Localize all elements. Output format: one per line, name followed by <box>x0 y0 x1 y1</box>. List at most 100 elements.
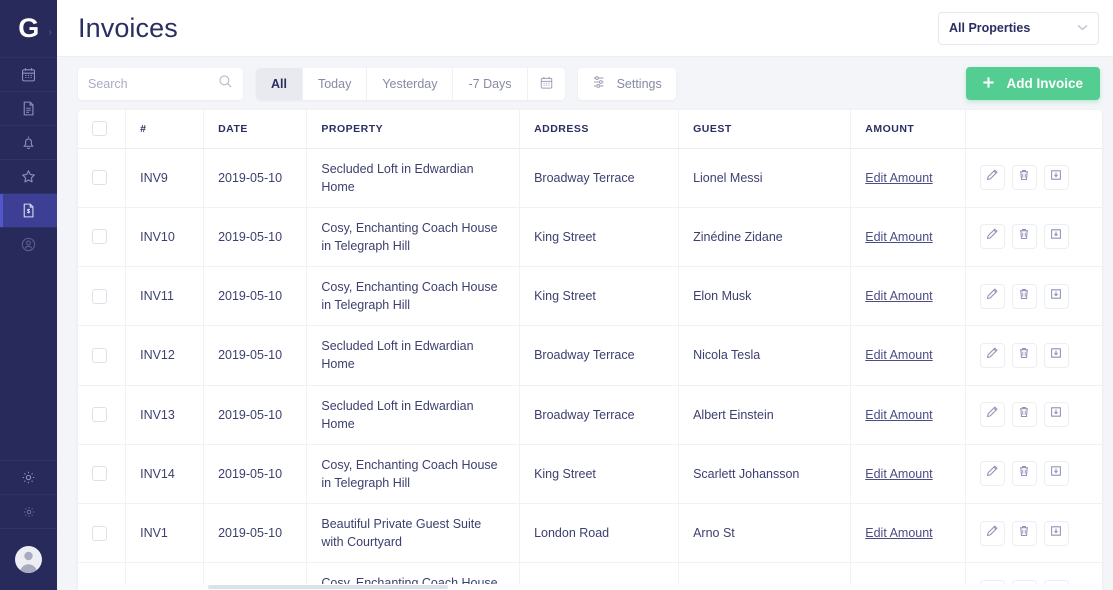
invoices-table: # DATE PROPERTY ADDRESS GUEST AMOUNT INV… <box>78 110 1102 590</box>
row-select-cell <box>78 267 126 326</box>
edit-invoice-button[interactable] <box>980 343 1005 368</box>
edit-amount-link[interactable]: Edit Amount <box>865 348 932 362</box>
delete-icon <box>1017 168 1031 187</box>
sidebar-item-support[interactable] <box>0 460 57 494</box>
row-checkbox[interactable] <box>92 229 107 244</box>
cell-guest: Scarlett Johansson <box>679 444 851 503</box>
header-number[interactable]: # <box>126 110 204 148</box>
sidebar-item-settings[interactable] <box>0 494 57 528</box>
row-checkbox[interactable] <box>92 348 107 363</box>
row-checkbox[interactable] <box>92 407 107 422</box>
row-checkbox[interactable] <box>92 289 107 304</box>
tab-today[interactable]: Today <box>303 68 367 100</box>
table-row[interactable]: INV13 2019-05-10 Secluded Loft in Edward… <box>78 385 1102 444</box>
delete-icon <box>1017 227 1031 246</box>
edit-amount-link[interactable]: Edit Amount <box>865 171 932 185</box>
cell-date: 2019-05-10 <box>204 207 307 266</box>
download-invoice-button[interactable] <box>1044 284 1069 309</box>
row-select-cell <box>78 504 126 563</box>
download-invoice-button[interactable] <box>1044 165 1069 190</box>
edit-invoice-button[interactable] <box>980 461 1005 486</box>
sidebar-item-documents[interactable] <box>0 91 57 125</box>
table-row[interactable]: INV12 2019-05-10 Secluded Loft in Edward… <box>78 326 1102 385</box>
download-icon <box>1049 287 1063 306</box>
tab-custom-date-picker[interactable] <box>528 68 565 100</box>
cell-number: INV12 <box>126 326 204 385</box>
app-logo[interactable]: G › <box>0 0 57 57</box>
edit-invoice-button[interactable] <box>980 165 1005 190</box>
settings-button[interactable]: Settings <box>578 68 676 100</box>
sidebar-item-guests[interactable] <box>0 227 57 261</box>
download-invoice-button[interactable] <box>1044 224 1069 249</box>
cell-address: London Road <box>520 504 679 563</box>
delete-invoice-button[interactable] <box>1012 224 1037 249</box>
tab-yesterday[interactable]: Yesterday <box>367 68 453 100</box>
top-bar: Invoices All Properties <box>57 0 1113 57</box>
cell-address: Broadway Terrace <box>520 326 679 385</box>
edit-invoice-button[interactable] <box>980 284 1005 309</box>
row-action-buttons <box>980 402 1088 427</box>
date-filter-tabs: All Today Yesterday -7 Days <box>256 68 565 100</box>
download-icon <box>1049 227 1063 246</box>
sidebar-nav <box>0 57 57 261</box>
row-checkbox[interactable] <box>92 466 107 481</box>
table-row[interactable]: INV1 2019-05-10 Beautiful Private Guest … <box>78 504 1102 563</box>
table-row[interactable]: INV9 2019-05-10 Secluded Loft in Edwardi… <box>78 148 1102 207</box>
row-checkbox[interactable] <box>92 526 107 541</box>
sidebar-expand-caret-icon[interactable]: › <box>49 27 52 38</box>
header-address[interactable]: ADDRESS <box>520 110 679 148</box>
download-invoice-button[interactable] <box>1044 461 1069 486</box>
download-invoice-button[interactable] <box>1044 521 1069 546</box>
edit-amount-link[interactable]: Edit Amount <box>865 526 932 540</box>
edit-amount-link[interactable]: Edit Amount <box>865 230 932 244</box>
sidebar-item-favourites[interactable] <box>0 159 57 193</box>
delete-invoice-button[interactable] <box>1012 343 1037 368</box>
cell-amount: Edit Amount <box>851 326 965 385</box>
search-input[interactable]: Search <box>78 68 243 100</box>
tab-all[interactable]: All <box>256 68 303 100</box>
sidebar-item-invoices[interactable] <box>0 193 57 227</box>
add-invoice-button[interactable]: Add Invoice <box>966 67 1100 100</box>
select-all-checkbox[interactable] <box>92 121 107 136</box>
header-guest[interactable]: GUEST <box>679 110 851 148</box>
row-action-buttons <box>980 343 1088 368</box>
header-amount[interactable]: AMOUNT <box>851 110 965 148</box>
cell-date: 2019-05-10 <box>204 504 307 563</box>
table-row[interactable]: INV14 2019-05-10 Cosy, Enchanting Coach … <box>78 444 1102 503</box>
horizontal-scrollbar[interactable] <box>78 584 1102 590</box>
edit-icon <box>985 227 999 246</box>
cell-date: 2019-05-10 <box>204 385 307 444</box>
cell-actions <box>965 267 1102 326</box>
edit-amount-link[interactable]: Edit Amount <box>865 467 932 481</box>
edit-icon <box>985 346 999 365</box>
download-invoice-button[interactable] <box>1044 402 1069 427</box>
sidebar-avatar-cell[interactable] <box>0 528 57 590</box>
tab-7-days[interactable]: -7 Days <box>453 68 527 100</box>
edit-amount-link[interactable]: Edit Amount <box>865 289 932 303</box>
cell-number: INV14 <box>126 444 204 503</box>
search-placeholder: Search <box>88 77 128 91</box>
delete-invoice-button[interactable] <box>1012 461 1037 486</box>
scrollbar-thumb[interactable] <box>208 585 448 589</box>
edit-invoice-button[interactable] <box>980 521 1005 546</box>
download-invoice-button[interactable] <box>1044 343 1069 368</box>
settings-gear-icon <box>21 504 37 520</box>
row-checkbox[interactable] <box>92 170 107 185</box>
delete-invoice-button[interactable] <box>1012 402 1037 427</box>
sidebar-item-notifications[interactable] <box>0 125 57 159</box>
delete-invoice-button[interactable] <box>1012 284 1037 309</box>
edit-invoice-button[interactable] <box>980 402 1005 427</box>
table-row[interactable]: INV10 2019-05-10 Cosy, Enchanting Coach … <box>78 207 1102 266</box>
delete-invoice-button[interactable] <box>1012 165 1037 190</box>
cell-property: Cosy, Enchanting Coach House in Telegrap… <box>307 444 520 503</box>
row-select-cell <box>78 385 126 444</box>
header-date[interactable]: DATE <box>204 110 307 148</box>
delete-icon <box>1017 287 1031 306</box>
delete-invoice-button[interactable] <box>1012 521 1037 546</box>
edit-amount-link[interactable]: Edit Amount <box>865 408 932 422</box>
edit-invoice-button[interactable] <box>980 224 1005 249</box>
property-filter-select[interactable]: All Properties <box>938 12 1099 45</box>
table-row[interactable]: INV11 2019-05-10 Cosy, Enchanting Coach … <box>78 267 1102 326</box>
sidebar-item-calendar[interactable] <box>0 57 57 91</box>
header-property[interactable]: PROPERTY <box>307 110 520 148</box>
